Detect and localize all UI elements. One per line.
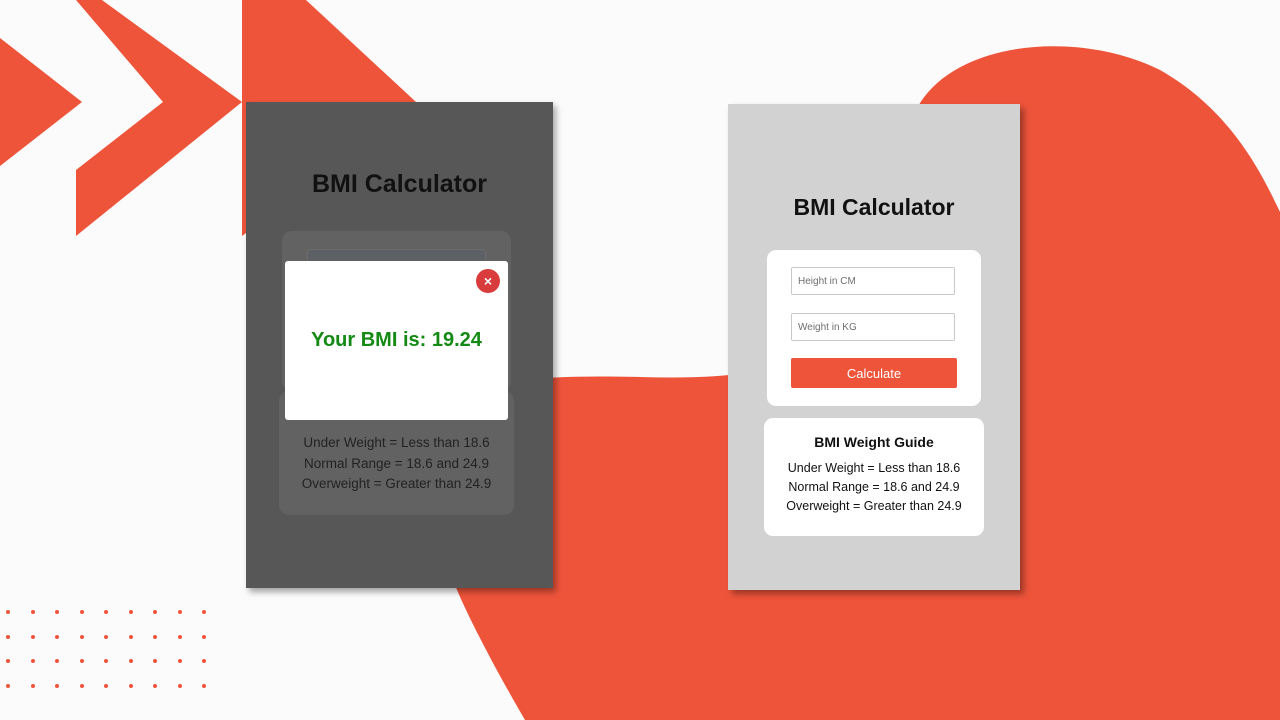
calculate-button[interactable]: Calculate: [791, 358, 957, 388]
decor-dot: [55, 634, 59, 639]
guide-lines: Under Weight = Less than 18.6 Normal Ran…: [279, 433, 514, 495]
page-title: BMI Calculator: [793, 194, 955, 220]
decor-dot: [30, 683, 35, 688]
guide-line-normal: Normal Range = 18.6 and 24.9: [304, 455, 489, 471]
height-input[interactable]: [791, 267, 955, 295]
decor-dot: [128, 634, 133, 639]
decor-dot: [177, 610, 182, 614]
decor-dot: [153, 659, 157, 663]
decor-dot: [79, 610, 84, 614]
close-icon[interactable]: ×: [476, 269, 500, 293]
decor-dot: [177, 659, 182, 663]
decor-dot: [177, 634, 182, 639]
decor-dot: [30, 634, 35, 639]
guide-line-normal: Normal Range = 18.6 and 24.9: [788, 480, 960, 494]
decor-dot: [104, 610, 108, 614]
result-modal: × Your BMI is: 19.24: [285, 261, 508, 420]
decor-dot: [104, 683, 108, 688]
decor-dot: [6, 634, 10, 639]
guide-line-underweight: Under Weight = Less than 18.6: [303, 435, 490, 450]
guide-lines: Under Weight = Less than 18.6 Normal Ran…: [764, 459, 984, 516]
decor-dot: [153, 683, 157, 688]
decor-dot: [30, 610, 35, 614]
decor-dot: [6, 659, 10, 663]
guide-heading: BMI Weight Guide: [814, 434, 934, 450]
guide-line-overweight: Overweight = Greater than 24.9: [301, 476, 492, 491]
decor-dot: [202, 610, 206, 614]
decor-dot: [55, 659, 59, 663]
decor-dot: [79, 659, 84, 663]
decor-dot: [128, 683, 133, 688]
decor-dot: [128, 659, 133, 663]
chevron-shape: [76, 0, 242, 236]
decor-dot: [153, 634, 157, 639]
decor-dot: [202, 634, 206, 639]
chevron-shape: [0, 38, 82, 166]
decor-dot: [30, 659, 35, 663]
decor-dot: [79, 634, 84, 639]
page-title: BMI Calculator: [311, 170, 488, 198]
weight-input[interactable]: [791, 313, 955, 341]
decor-dot: [128, 610, 133, 614]
decor-dot: [153, 610, 157, 614]
decor-dot: [55, 610, 59, 614]
guide-line-overweight: Overweight = Greater than 24.9: [786, 499, 962, 513]
dot-pattern: [0, 604, 215, 714]
decor-dot: [202, 683, 206, 688]
form-container: Calculate: [767, 250, 981, 406]
calculator-card: BMI Calculator Calculate BMI Weight Guid…: [728, 104, 1020, 590]
decor-dot: [6, 683, 10, 688]
guide-line-underweight: Under Weight = Less than 18.6: [787, 461, 961, 475]
decor-dot: [202, 659, 206, 663]
decor-dot: [6, 610, 10, 614]
weight-guide: BMI Weight Guide Under Weight = Less tha…: [764, 418, 984, 536]
bmi-result-text: Your BMI is: 19.24: [311, 329, 482, 351]
decor-dot: [177, 683, 182, 688]
decor-dot: [104, 659, 108, 663]
calculator-card-dimmed: BMI Calculator Under Weight = Less than …: [246, 102, 553, 588]
decor-dot: [79, 683, 84, 688]
decor-dot: [104, 634, 108, 639]
decor-dot: [55, 683, 59, 688]
